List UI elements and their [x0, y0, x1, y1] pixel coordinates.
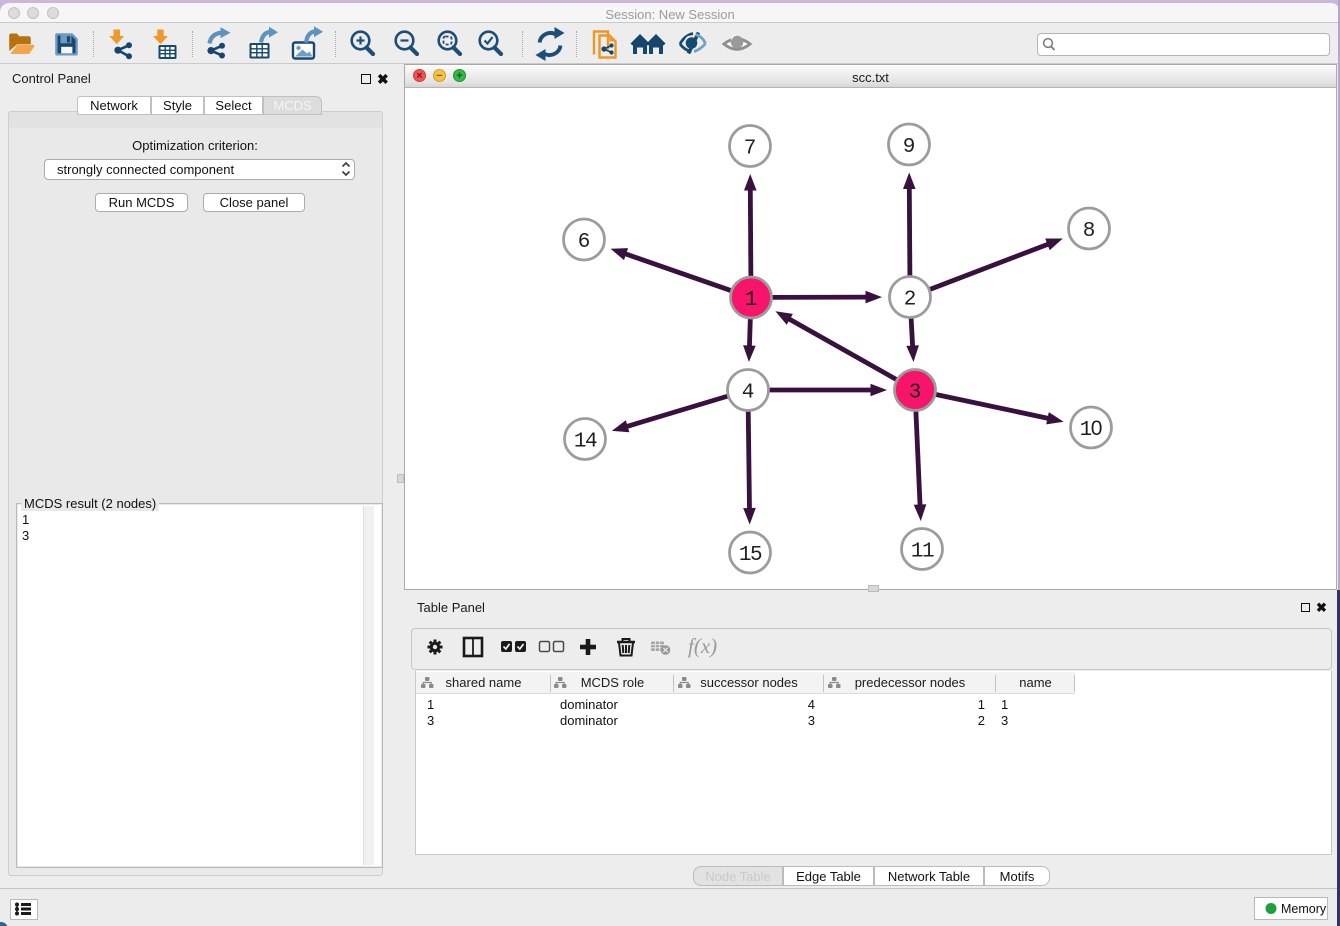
svg-text:Memory: Memory [1281, 902, 1327, 916]
svg-text:f(x): f(x) [688, 634, 717, 658]
